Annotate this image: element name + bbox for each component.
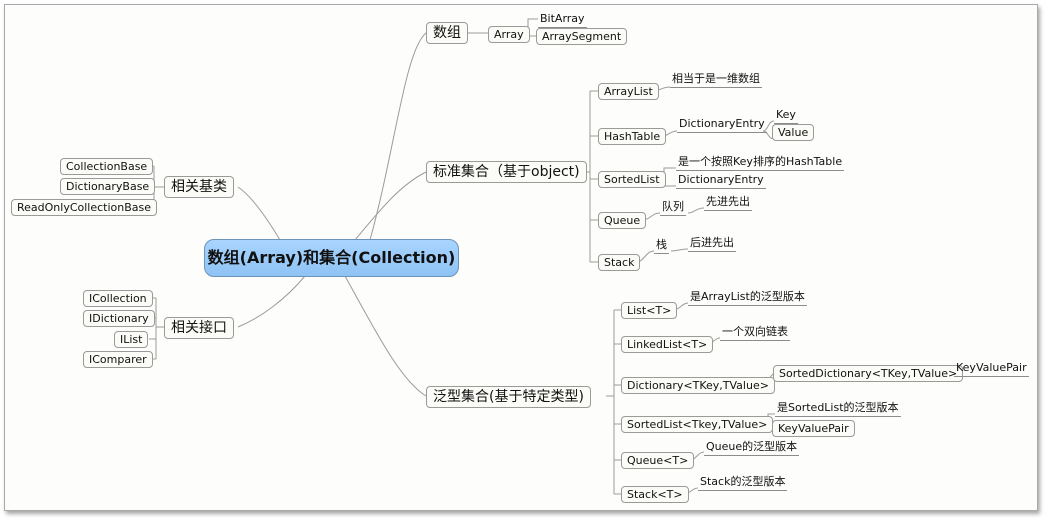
node-icomparer: IComparer (83, 351, 153, 368)
note-stack-lifo: 后进先出 (688, 236, 736, 252)
node-arraysegment: ArraySegment (536, 28, 628, 45)
node-arraylist: ArrayList (598, 83, 659, 100)
note-sortedlist-t: 是SortedList的泛型版本 (775, 401, 901, 417)
node-sortedlist-entry: DictionaryEntry (676, 173, 766, 189)
node-base-classes: 相关基类 (164, 176, 234, 198)
node-sortedlist: SortedList (598, 171, 666, 188)
note-linkedlist-t: 一个双向链表 (720, 325, 790, 341)
link-root-array (369, 32, 427, 241)
node-stack-t: Stack<T> (621, 486, 689, 503)
node-queue-t: Queue<T> (621, 452, 695, 469)
link-root-standard (354, 171, 427, 241)
node-sortedlist-t: SortedList<Tkey,TValue> (621, 416, 774, 433)
node-value: Value (772, 124, 815, 141)
node-interfaces: 相关接口 (164, 317, 234, 339)
node-idictionary: IDictionary (83, 310, 155, 327)
link-root-base (237, 186, 281, 241)
node-bitarray: BitArray (538, 12, 587, 28)
node-dictionary-t: Dictionary<TKey,TValue> (621, 377, 775, 394)
node-list-t: List<T> (621, 302, 678, 319)
node-sortedlist-kvp: KeyValuePair (772, 420, 855, 437)
note-stack-t: Stack的泛型版本 (698, 475, 788, 491)
node-linkedlist-t: LinkedList<T> (621, 336, 714, 353)
root-node: 数组(Array)和集合(Collection) (204, 239, 459, 277)
node-dictionary-kvp: KeyValuePair (954, 361, 1029, 377)
note-queue-fifo: 先进先出 (704, 195, 752, 211)
node-ilist: IList (114, 331, 149, 348)
link-root-generic (344, 275, 427, 397)
note-list-t: 是ArrayList的泛型版本 (688, 290, 807, 306)
note-queue: 队列 (660, 200, 686, 216)
node-queue: Queue (598, 212, 647, 229)
node-array: Array (488, 26, 530, 43)
link-root-iface (237, 275, 306, 328)
node-array-group: 数组 (426, 22, 468, 44)
node-dictionarybase: DictionaryBase (60, 178, 156, 195)
note-queue-t: Queue的泛型版本 (704, 440, 800, 456)
connector-lines (146, 18, 955, 495)
node-sorteddictionary: SortedDictionary<TKey,TValue> (773, 365, 964, 382)
node-readonlycollectionbase: ReadOnlyCollectionBase (11, 199, 158, 216)
node-standard-group: 标准集合（基于object) (426, 161, 587, 183)
node-hashtable: HashTable (598, 128, 667, 145)
note-arraylist: 相当于是一维数组 (670, 72, 762, 88)
node-stack: Stack (598, 254, 641, 271)
node-key: Key (774, 108, 798, 124)
node-dictionaryentry: DictionaryEntry (677, 117, 767, 133)
node-generic-group: 泛型集合(基于特定类型) (426, 386, 591, 408)
node-icollection: ICollection (83, 290, 153, 307)
node-collectionbase: CollectionBase (60, 158, 154, 175)
note-stack: 栈 (654, 238, 669, 254)
note-sortedlist: 是一个按照Key排序的HashTable (676, 155, 845, 171)
